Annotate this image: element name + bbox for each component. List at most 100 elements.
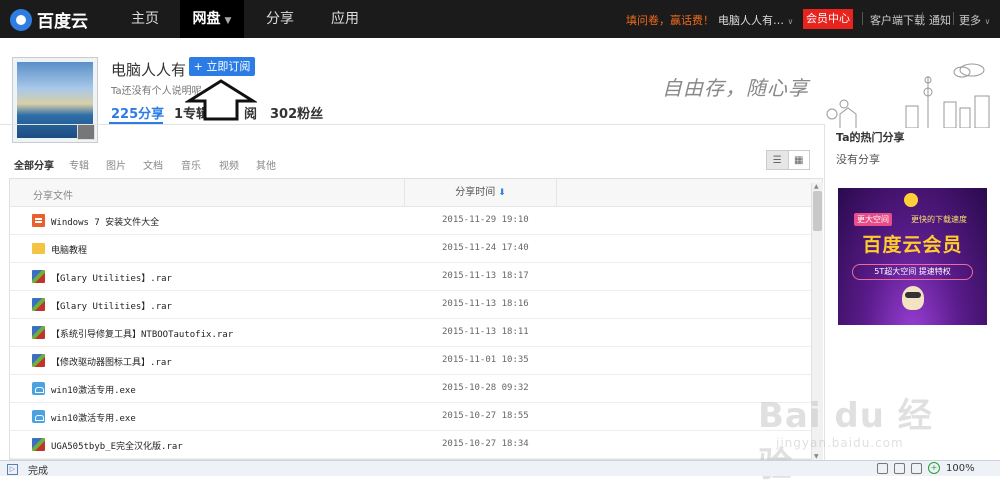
file-name-link[interactable]: 【Glary Utilities】.rar [51, 271, 172, 284]
vip-ad-banner[interactable]: 更大空间 更快的下载速度 百度云会员 5T超大空间 提速特权 [838, 188, 987, 325]
exe-file-icon [32, 410, 45, 423]
document-file-icon [32, 214, 45, 227]
table-row[interactable]: Windows 7 安装文件大全 2015-11-29 19:10 [10, 207, 822, 235]
speaker-icon[interactable] [877, 462, 888, 474]
user-name: 电脑人人有… [718, 14, 784, 27]
subscribe-button[interactable]: + 立即订阅 [189, 57, 255, 76]
exe-file-icon [32, 382, 45, 395]
more-menu[interactable]: 更多 ∨ [959, 12, 990, 28]
file-name-link[interactable]: Windows 7 安装文件大全 [51, 215, 159, 228]
hot-shares-title: Ta的热门分享 [836, 131, 905, 144]
slogan: 自由存，随心享 [662, 76, 809, 100]
city-skyline-illustration [826, 63, 990, 128]
file-share-time: 2015-10-27 18:55 [442, 411, 529, 421]
list-view-icon[interactable]: ☰ [767, 151, 789, 169]
table-body: Windows 7 安装文件大全 2015-11-29 19:10 电脑教程 2015… [10, 207, 822, 459]
cat-documents[interactable]: 文档 [143, 157, 163, 172]
table-row[interactable]: UGA505tbyb_E完全汉化版.rar 2015-10-27 18:34 [10, 431, 822, 459]
baidu-paw-icon [10, 8, 32, 31]
table-row[interactable]: 电脑教程 2015-11-24 17:40 [10, 235, 822, 263]
file-share-time: 2015-11-13 18:17 [442, 271, 529, 281]
table-row[interactable]: win10激活专用.exe 2015-10-28 09:32 [10, 375, 822, 403]
cat-music[interactable]: 音乐 [181, 157, 201, 172]
table-row[interactable]: 【Glary Utilities】.rar 2015-11-13 18:16 [10, 291, 822, 319]
hot-shares-empty: 没有分享 [836, 153, 880, 166]
logo-text: 百度云 [37, 12, 88, 32]
avatar-image [17, 62, 95, 140]
nav-share[interactable]: 分享 [255, 0, 305, 38]
scroll-thumb[interactable] [813, 191, 822, 231]
table-row[interactable]: 【Glary Utilities】.rar 2015-11-13 18:17 [10, 263, 822, 291]
divider [0, 124, 824, 125]
file-name-link[interactable]: UGA505tbyb_E完全汉化版.rar [51, 439, 183, 452]
nav-apps[interactable]: 应用 [320, 0, 370, 38]
file-name-link[interactable]: 【Glary Utilities】.rar [51, 299, 172, 312]
annotation-arrow-up-icon [185, 79, 257, 121]
vip-center-button[interactable]: 会员中心 [803, 9, 853, 29]
file-share-time: 2015-11-01 10:35 [442, 355, 529, 365]
file-share-time: 2015-10-27 18:34 [442, 439, 529, 449]
file-name-link[interactable]: 【系统引导修复工具】NTBOOTautofix.rar [51, 327, 233, 340]
survey-promo-link[interactable]: 填问卷，赢话费！ [626, 12, 714, 28]
cat-images[interactable]: 图片 [106, 157, 126, 172]
profile-name: 电脑人人有 [111, 61, 187, 79]
file-name-link[interactable]: win10激活专用.exe [51, 383, 136, 396]
baidu-cloud-logo[interactable]: 百度云 [10, 7, 88, 32]
notification-link[interactable]: 通知 [929, 12, 951, 28]
security-icon[interactable] [894, 462, 905, 474]
nav-home[interactable]: 主页 [120, 0, 170, 38]
astronaut-mascot-icon [902, 286, 924, 310]
col-header-time-label: 分享时间 [455, 187, 496, 198]
stat-fans[interactable]: 302粉丝 [270, 103, 323, 122]
file-name-link[interactable]: 【修改驱动器图标工具】.rar [51, 355, 172, 368]
archive-file-icon [32, 354, 45, 367]
status-text: 完成 [28, 466, 48, 477]
chevron-down-icon: ∨ [787, 17, 794, 26]
rocket-icon [904, 193, 918, 207]
shield-icon[interactable] [911, 462, 922, 474]
archive-file-icon [32, 438, 45, 451]
table-row[interactable]: win10激活专用.exe 2015-10-27 18:55 [10, 403, 822, 431]
scroll-up-icon[interactable]: ▲ [814, 183, 819, 190]
table-header: 分享文件 分享时间 ⬇ [10, 179, 822, 207]
archive-file-icon [32, 298, 45, 311]
file-name-link[interactable]: win10激活专用.exe [51, 411, 136, 424]
zoom-icon[interactable]: + [928, 462, 940, 474]
col-header-file[interactable]: 分享文件 [33, 187, 73, 202]
view-toggle: ☰ ▦ [766, 150, 810, 170]
file-share-time: 2015-11-13 18:11 [442, 327, 529, 337]
chevron-down-icon: ∨ [984, 17, 991, 26]
col-header-time[interactable]: 分享时间 ⬇ [404, 179, 557, 206]
file-share-time: 2015-10-28 09:32 [442, 383, 529, 393]
divider [922, 12, 923, 25]
cat-other[interactable]: 其他 [256, 157, 276, 172]
divider [862, 12, 863, 25]
grid-view-icon[interactable]: ▦ [789, 151, 810, 169]
zoom-level[interactable]: 100% [946, 463, 975, 474]
stat-shares[interactable]: 225分享 [111, 103, 164, 122]
top-nav-bar: 百度云 主页 网盘 ▼ 分享 应用 填问卷，赢话费！ 电脑人人有… ∨ 会员中心 … [0, 0, 1000, 38]
cat-all[interactable]: 全部分享 [14, 157, 54, 172]
cat-albums[interactable]: 专辑 [69, 157, 89, 172]
status-right: + 100% [877, 462, 975, 474]
file-name-link[interactable]: 电脑教程 [51, 243, 87, 256]
divider [953, 12, 954, 25]
user-menu[interactable]: 电脑人人有… ∨ [718, 12, 793, 28]
table-row[interactable]: 【修改驱动器图标工具】.rar 2015-11-01 10:35 [10, 347, 822, 375]
baidu-jingyan-watermark: Bai du 经验 jingyan.baidu.com [758, 388, 938, 485]
ad-tag-speed: 更快的下载速度 [911, 215, 967, 224]
client-download-link[interactable]: 客户端下载 [870, 12, 925, 28]
cat-video[interactable]: 视频 [219, 157, 239, 172]
page-status-icon: ▷ [7, 464, 18, 475]
browser-status-bar: ▷ 完成 + 100% [0, 460, 1000, 477]
avatar[interactable] [12, 57, 98, 143]
more-label: 更多 [959, 14, 981, 27]
table-row[interactable]: 【系统引导修复工具】NTBOOTautofix.rar 2015-11-13 18… [10, 319, 822, 347]
ad-title: 百度云会员 [862, 234, 963, 256]
watermark-url: jingyan.baidu.com [776, 436, 904, 450]
file-share-time: 2015-11-24 17:40 [442, 243, 529, 253]
nav-netdisk[interactable]: 网盘 ▼ [180, 0, 244, 38]
archive-file-icon [32, 326, 45, 339]
sort-down-icon: ⬇ [498, 188, 506, 198]
file-table: 分享文件 分享时间 ⬇ Windows 7 安装文件大全 2015-11-29 19… [9, 178, 823, 460]
